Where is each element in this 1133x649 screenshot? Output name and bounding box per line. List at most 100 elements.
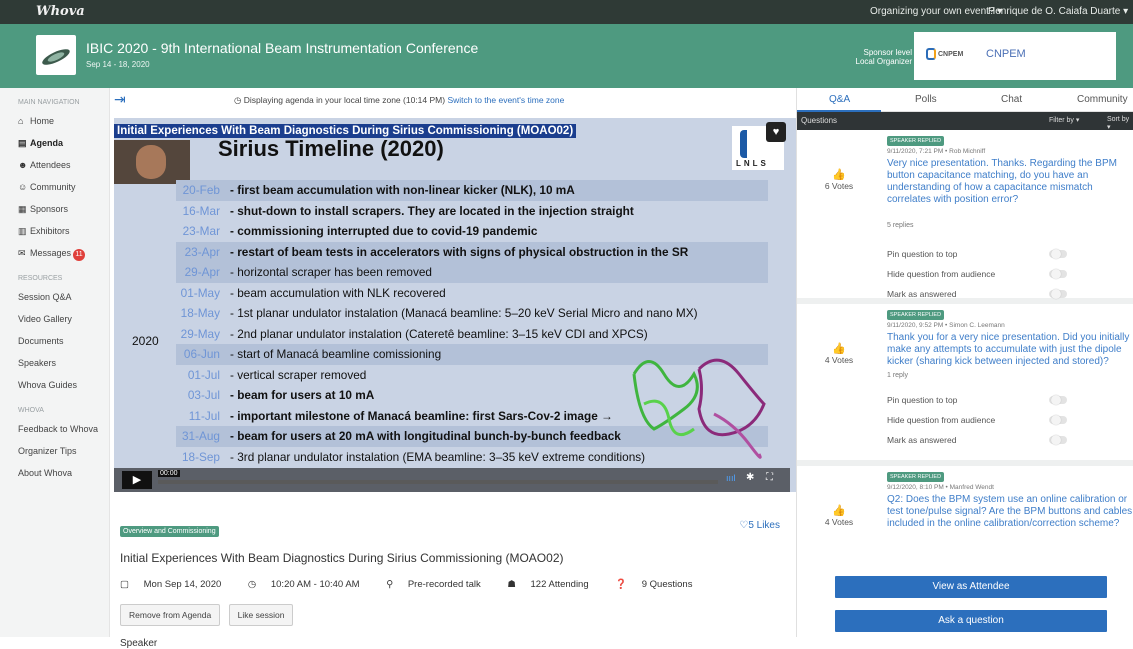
- engagement-panel: Q&A Polls Chat Community Questions Filte…: [796, 88, 1133, 637]
- toggle-switch[interactable]: [1049, 415, 1067, 425]
- vote-widget[interactable]: 👍 4 Votes: [821, 504, 857, 527]
- hide-question-toggle[interactable]: Hide question from audience: [887, 264, 1067, 284]
- sidebar-item-feedback[interactable]: Feedback to Whova: [0, 418, 109, 440]
- fullscreen-icon[interactable]: ⛶: [766, 472, 773, 483]
- timeline-date: 29-Apr: [184, 265, 220, 279]
- sidebar-item-speakers[interactable]: Speakers: [0, 352, 109, 374]
- sidebar-item-organizer-tips[interactable]: Organizer Tips: [0, 440, 109, 462]
- building-icon: ▥: [18, 226, 27, 236]
- sponsor-banner[interactable]: CNPEM CNPEM: [914, 32, 1116, 80]
- toggle-switch[interactable]: [1049, 395, 1067, 405]
- toggle-switch[interactable]: [1049, 289, 1067, 299]
- question-text[interactable]: Thank you for a very nice presentation. …: [887, 332, 1133, 368]
- play-button[interactable]: ▶: [122, 471, 152, 489]
- tab-chat[interactable]: Chat: [1001, 94, 1022, 105]
- sort-dropdown[interactable]: Sort by ▾: [1107, 116, 1133, 131]
- toggle-switch[interactable]: [1049, 435, 1067, 445]
- speaker-webcam: [114, 140, 190, 184]
- sponsor-logo: CNPEM: [926, 48, 976, 64]
- sidebar-item-attendees[interactable]: ☻ Attendees: [0, 154, 109, 176]
- sidebar-item-whova-guides[interactable]: Whova Guides: [0, 374, 109, 396]
- vote-widget[interactable]: 👍 6 Votes: [821, 168, 857, 191]
- event-thumbnail: [36, 35, 76, 75]
- thumbs-up-icon: 👍: [832, 343, 846, 355]
- timeline-row: 18-May - 1st planar undulator instalation…: [176, 303, 768, 324]
- questions-list[interactable]: 👍 6 Votes SPEAKER REPLIED 9/11/2020, 7:21…: [797, 130, 1133, 637]
- session-type-text: Pre-recorded talk: [407, 579, 481, 590]
- questions-header: Questions Filter by ▾ Sort by ▾: [797, 112, 1133, 131]
- video-player[interactable]: Initial Experiences With Beam Diagnostic…: [114, 118, 796, 492]
- question-text[interactable]: Very nice presentation. Thanks. Regardin…: [887, 158, 1133, 206]
- like-session-button[interactable]: Like session: [228, 604, 294, 626]
- timeline-event: - 2nd planar undulator instalation (Cate…: [230, 326, 648, 341]
- timeline-event: - commissioning interrupted due to covid…: [230, 224, 538, 238]
- toggle-switch[interactable]: [1049, 269, 1067, 279]
- seek-bar[interactable]: [158, 480, 718, 484]
- timeline-event: - first beam accumulation with non-linea…: [230, 183, 575, 197]
- timeline-event: - start of Manacá beamline comissioning: [230, 347, 442, 361]
- question-text[interactable]: Q2: Does the BPM system use an online ca…: [887, 494, 1133, 530]
- timeline-date: 03-Jul: [187, 388, 220, 402]
- person-icon: ☗: [507, 579, 519, 590]
- filter-dropdown[interactable]: Filter by ▾: [1049, 116, 1079, 124]
- replies-link[interactable]: 5 replies: [887, 222, 913, 229]
- thumbs-up-icon: 👍: [832, 169, 846, 181]
- tab-qa[interactable]: Q&A: [829, 94, 850, 105]
- tab-polls[interactable]: Polls: [915, 94, 937, 105]
- vote-widget[interactable]: 👍 4 Votes: [821, 342, 857, 365]
- timeline-event: - restart of beam tests in accelerators …: [230, 244, 689, 259]
- video-time: 00:00: [158, 470, 180, 477]
- hide-question-label: Hide question from audience: [887, 415, 996, 425]
- mark-answered-toggle[interactable]: Mark as answered: [887, 430, 1067, 450]
- hide-question-label: Hide question from audience: [887, 269, 996, 279]
- session-time-text: 10:20 AM - 10:40 AM: [270, 579, 360, 590]
- sidebar-item-about[interactable]: About Whova: [0, 462, 109, 484]
- pin-question-toggle[interactable]: Pin question to top: [887, 390, 1067, 410]
- timeline-date: 01-Jul: [187, 367, 220, 382]
- track-tag[interactable]: Overview and Commissioning: [120, 526, 219, 537]
- remove-from-agenda-button[interactable]: Remove from Agenda: [120, 604, 221, 626]
- timeline-event: - beam accumulation with NLK recovered: [230, 285, 446, 300]
- session-questions-text: 9 Questions: [641, 579, 693, 590]
- pin-question-toggle[interactable]: Pin question to top: [887, 244, 1067, 264]
- speaker-replied-badge: SPEAKER REPLIED: [887, 136, 945, 146]
- sidebar-item-video-gallery[interactable]: Video Gallery: [0, 308, 109, 330]
- sidebar-item-agenda[interactable]: ▤ Agenda: [0, 132, 109, 154]
- view-as-attendee-button[interactable]: View as Attendee: [835, 576, 1107, 598]
- home-icon: ⌂: [18, 116, 24, 126]
- main-content: ⇥ ◷ Displaying agenda in your local time…: [110, 88, 796, 649]
- timeline-date: 23-Mar: [182, 224, 220, 238]
- organizing-event-menu[interactable]: Organizing your own event? ▾: [870, 6, 1002, 17]
- volume-icon[interactable]: ıııl: [726, 473, 736, 483]
- ask-question-button[interactable]: Ask a question: [835, 610, 1107, 632]
- sidebar-item-session-qa[interactable]: Session Q&A: [0, 286, 109, 308]
- event-title: IBIC 2020 - 9th International Beam Instr…: [86, 40, 479, 56]
- switch-timezone-link[interactable]: Switch to the event's time zone: [447, 95, 564, 105]
- hide-question-toggle[interactable]: Hide question from audience: [887, 410, 1067, 430]
- mark-answered-toggle[interactable]: Mark as answered: [887, 284, 1067, 304]
- whova-label: WHOVA: [18, 407, 44, 414]
- sidebar-item-home[interactable]: ⌂ Home: [0, 110, 109, 132]
- sidebar-item-messages[interactable]: ✉ Messages 11: [0, 242, 109, 264]
- sidebar-item-sponsors[interactable]: ▦ Sponsors: [0, 198, 109, 220]
- sidebar-item-community[interactable]: ☺ Community: [0, 176, 109, 198]
- timeline-date: 01-May: [180, 285, 220, 300]
- sidebar-item-documents[interactable]: Documents: [0, 330, 109, 352]
- timeline-row: 29-Apr - horizontal scraper has been remo…: [176, 262, 768, 283]
- user-menu[interactable]: Henrique de O. Caiafa Duarte ▾: [988, 6, 1128, 17]
- timeline-date: 16-Mar: [182, 203, 220, 218]
- timeline-date: 18-Sep: [181, 449, 220, 464]
- collapse-sidebar-icon[interactable]: ⇥: [114, 91, 126, 108]
- tab-community[interactable]: Community: [1077, 94, 1128, 105]
- replies-link[interactable]: 1 reply: [887, 372, 908, 379]
- slide-title: Sirius Timeline (2020): [218, 136, 444, 161]
- gear-icon[interactable]: ✱: [746, 472, 754, 483]
- session-meta: ▢ Mon Sep 14, 2020 ◷ 10:20 AM - 10:40 AM…: [120, 579, 780, 590]
- timeline-row: 20-Feb - first beam accumulation with non…: [176, 180, 768, 201]
- heart-icon[interactable]: ♥: [766, 122, 786, 142]
- likes-count[interactable]: ♡5 Likes: [739, 520, 780, 531]
- sidebar-item-exhibitors[interactable]: ▥ Exhibitors: [0, 220, 109, 242]
- session-date: ▢ Mon Sep 14, 2020: [120, 579, 233, 590]
- whova-logo[interactable]: Whova: [36, 4, 85, 19]
- toggle-switch[interactable]: [1049, 249, 1067, 259]
